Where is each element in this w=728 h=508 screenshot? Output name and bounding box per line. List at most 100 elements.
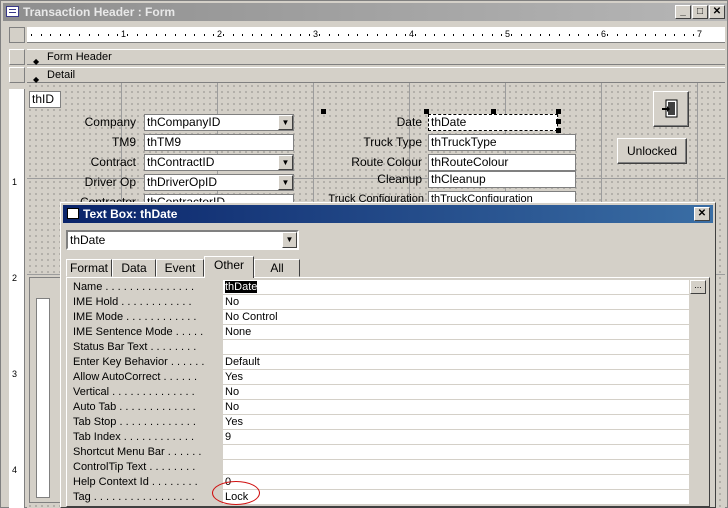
property-name: Tab Index . . . . . . . . . . . . [73, 431, 195, 443]
property-value[interactable]: No [223, 295, 689, 310]
property-row[interactable]: IME Sentence Mode . . . . . None [70, 325, 690, 340]
resize-handle[interactable] [556, 128, 561, 133]
vertical-ruler[interactable]: 1 2 3 4 [9, 89, 25, 508]
property-row[interactable]: Status Bar Text . . . . . . . . [70, 340, 690, 355]
detail-section-selector[interactable] [9, 67, 25, 83]
form-header-bar[interactable]: ◆ Form Header [27, 49, 725, 66]
date-textbox[interactable]: thDate [428, 114, 558, 131]
unlocked-button[interactable]: Unlocked [617, 138, 687, 164]
property-value-text: 9 [225, 431, 232, 443]
subform-control[interactable] [29, 277, 61, 503]
property-value[interactable]: 9 [223, 430, 689, 445]
property-value[interactable] [223, 460, 689, 475]
property-row[interactable]: Shortcut Menu Bar . . . . . . [70, 445, 690, 460]
resize-handle[interactable] [491, 109, 496, 114]
property-value[interactable]: thDate [223, 280, 689, 295]
date-label[interactable]: Date [323, 114, 425, 131]
property-sheet[interactable]: Text Box: thDate ✕ thDate ▼ Format Data … [60, 202, 716, 508]
ruler-tick [31, 34, 32, 36]
contract-label[interactable]: Contract [37, 154, 139, 171]
minimize-button[interactable]: _ [675, 5, 691, 19]
close-button[interactable]: ✕ [709, 5, 725, 19]
property-value[interactable] [223, 340, 689, 355]
property-name: IME Sentence Mode . . . . . [73, 326, 204, 338]
form-title-bar[interactable]: Transaction Header : Form _ □ ✕ [3, 3, 727, 21]
driver-op-combo[interactable]: thDriverOpID ▼ [144, 174, 294, 191]
company-label[interactable]: Company [37, 114, 139, 131]
ruler-tick [280, 34, 282, 36]
property-row[interactable]: Tab Stop . . . . . . . . . . . . . Yes [70, 415, 690, 430]
property-row[interactable]: IME Mode . . . . . . . . . . . . No Contr… [70, 310, 690, 325]
cleanup-textbox[interactable]: thCleanup [428, 171, 576, 188]
dropdown-arrow-icon[interactable]: ▼ [282, 232, 297, 248]
resize-handle[interactable] [556, 109, 561, 114]
tab-event[interactable]: Event [156, 259, 204, 277]
property-value[interactable]: No [223, 400, 689, 415]
property-name: Vertical . . . . . . . . . . . . . . [73, 386, 195, 398]
property-row[interactable]: Name . . . . . . . . . . . . . . . thDate… [70, 280, 706, 295]
horizontal-ruler[interactable]: 1 2 3 4 5 6 7 [27, 27, 725, 43]
dropdown-arrow-icon[interactable]: ▼ [278, 155, 293, 170]
property-name: Help Context Id . . . . . . . . [73, 476, 198, 488]
build-button[interactable]: ... [690, 280, 706, 294]
resize-handle[interactable] [424, 109, 429, 114]
tab-format[interactable]: Format [66, 259, 112, 277]
tab-data[interactable]: Data [112, 259, 156, 277]
property-row[interactable]: ControlTip Text . . . . . . . . [70, 460, 690, 475]
route-colour-label[interactable]: Route Colour [323, 154, 425, 171]
property-row[interactable]: IME Hold . . . . . . . . . . . . No [70, 295, 690, 310]
property-value[interactable]: No [223, 385, 689, 400]
tm9-label[interactable]: TM9 [37, 134, 139, 151]
form-selector[interactable] [9, 27, 25, 43]
ruler-tick [251, 34, 253, 36]
property-row[interactable]: Enter Key Behavior . . . . . . Default [70, 355, 690, 370]
truck-type-textbox[interactable]: thTruckType [428, 134, 576, 151]
contract-combo[interactable]: thContractID ▼ [144, 154, 294, 171]
route-colour-textbox[interactable]: thRouteColour [428, 154, 576, 171]
exit-button[interactable] [653, 91, 689, 127]
detail-bar[interactable]: ◆ Detail [27, 67, 725, 84]
property-name: Allow AutoCorrect . . . . . . [73, 371, 198, 383]
property-value[interactable]: 0 [223, 475, 689, 490]
move-handle[interactable] [321, 109, 326, 114]
ruler-number: 4 [409, 29, 415, 39]
ruler-tick [175, 34, 176, 36]
header-section-selector[interactable] [9, 49, 25, 65]
maximize-button[interactable]: □ [692, 5, 708, 19]
driver-op-label[interactable]: Driver Op [37, 174, 139, 191]
ruler-tick [443, 34, 445, 36]
property-value[interactable]: Default [223, 355, 689, 370]
resize-handle[interactable] [556, 119, 561, 124]
property-row[interactable]: Tab Index . . . . . . . . . . . . 9 [70, 430, 690, 445]
cleanup-label[interactable]: Cleanup [323, 171, 425, 188]
tm9-textbox[interactable]: thTM9 [144, 134, 294, 151]
ruler-number: 1 [121, 29, 127, 39]
dropdown-arrow-icon[interactable]: ▼ [278, 115, 293, 130]
ruler-tick [328, 34, 330, 36]
property-value[interactable]: Yes [223, 370, 689, 385]
ruler-tick [376, 34, 378, 36]
property-value[interactable]: Lock [223, 490, 689, 505]
property-row[interactable]: Auto Tab . . . . . . . . . . . . . No [70, 400, 690, 415]
dropdown-arrow-icon[interactable]: ▼ [278, 175, 293, 190]
property-row[interactable]: Allow AutoCorrect . . . . . . Yes [70, 370, 690, 385]
object-selector[interactable]: thDate ▼ [66, 230, 299, 250]
property-row[interactable]: Tag . . . . . . . . . . . . . . . . . Loc… [70, 490, 690, 505]
property-sheet-close-button[interactable]: ✕ [694, 207, 710, 221]
property-value-text: thDate [225, 281, 258, 293]
ruler-number: 4 [12, 465, 18, 475]
tab-all[interactable]: All [254, 259, 300, 277]
property-value[interactable]: None [223, 325, 689, 340]
property-value[interactable]: No Control [223, 310, 689, 325]
company-combo[interactable]: thCompanyID ▼ [144, 114, 294, 131]
ruler-tick [664, 34, 666, 36]
property-row[interactable]: Help Context Id . . . . . . . . 0 [70, 475, 690, 490]
property-value[interactable] [223, 445, 689, 460]
truck-type-label[interactable]: Truck Type [323, 134, 425, 151]
property-value[interactable]: Yes [223, 415, 689, 430]
property-sheet-title-bar[interactable]: Text Box: thDate ✕ [63, 205, 713, 223]
id-textbox[interactable]: thID [29, 91, 61, 108]
property-row[interactable]: Vertical . . . . . . . . . . . . . . No [70, 385, 690, 400]
tab-other[interactable]: Other [204, 256, 254, 278]
ruler-tick [559, 34, 560, 36]
